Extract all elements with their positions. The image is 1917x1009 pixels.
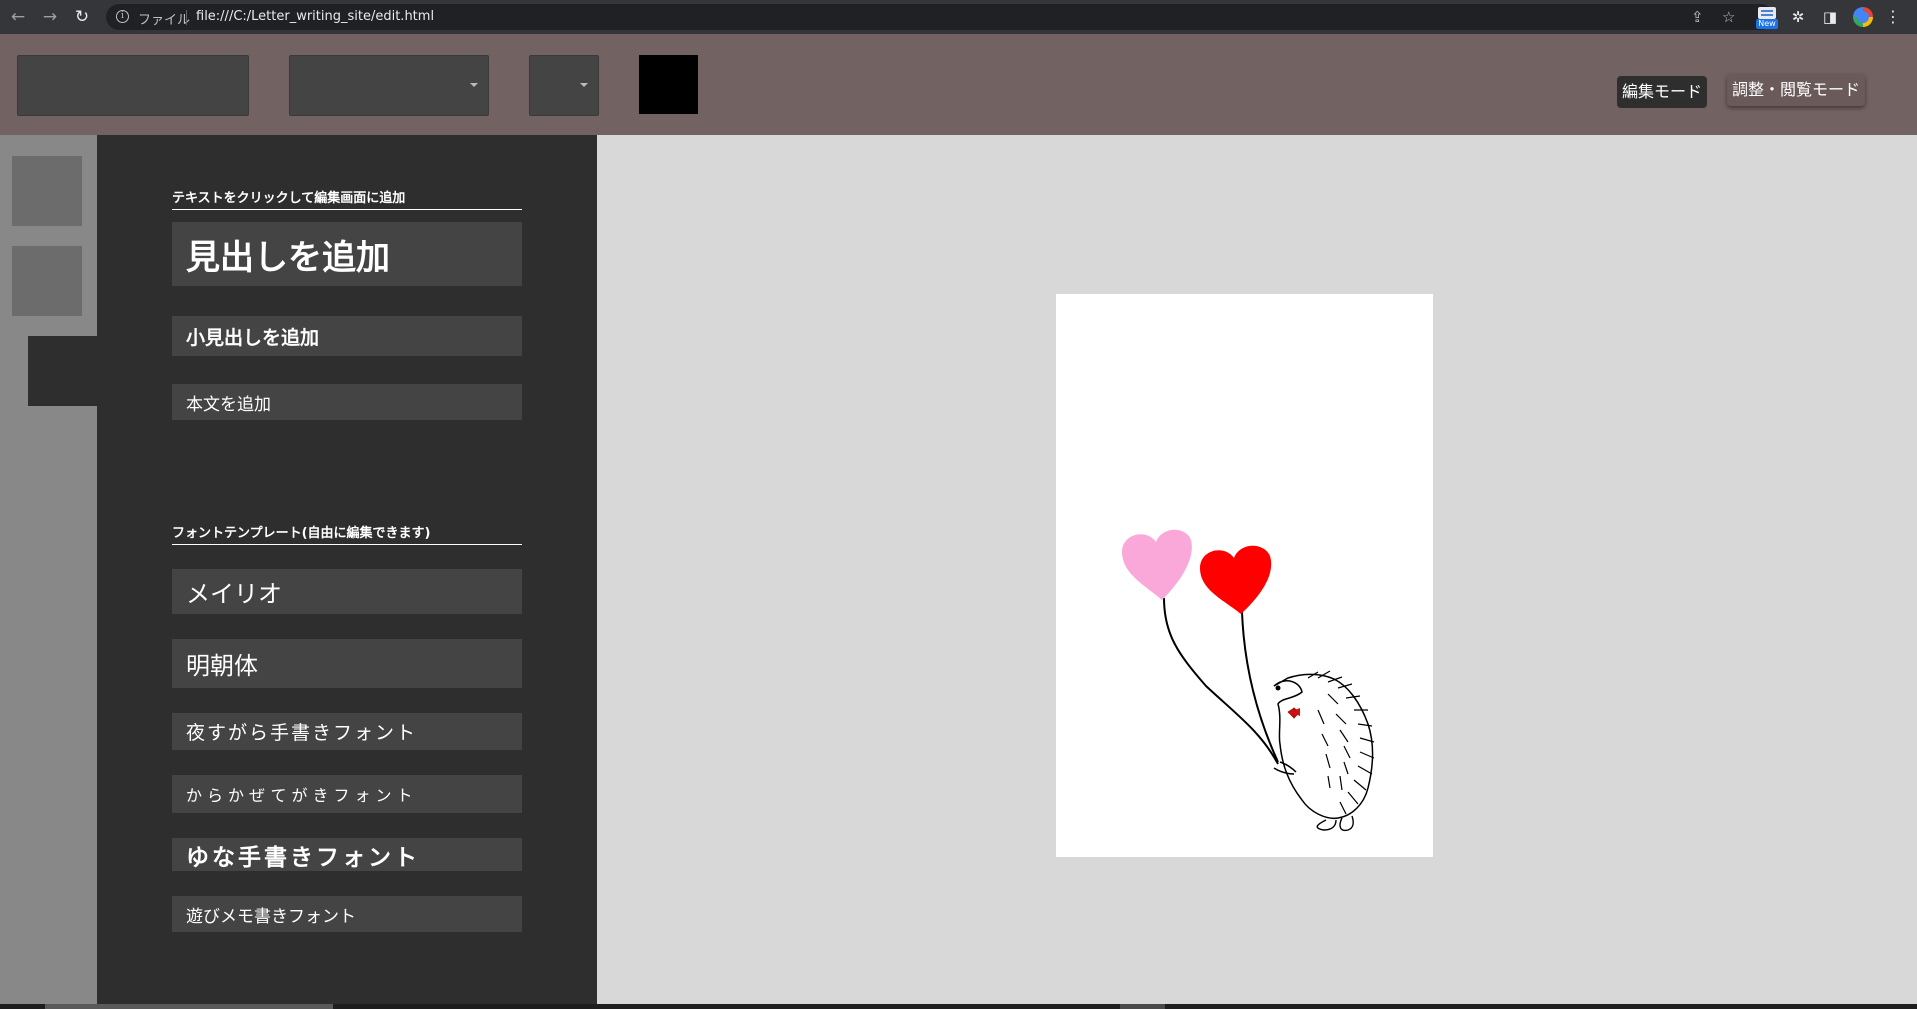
tool-rail [0,135,97,1009]
font-template-yuna[interactable]: ゆな手書きフォント [172,838,522,871]
scrollbar-thumb-2[interactable] [1120,1004,1165,1009]
horizontal-scrollbar[interactable] [0,1004,1917,1009]
font-template-asobi-memo[interactable]: 遊びメモ書きフォント [172,896,522,932]
editing-canvas [597,135,1917,1004]
scrollbar-thumb[interactable] [45,1004,333,1009]
browser-toolbar: ← → ↻ i ファイル file:///C:/Letter_writing_s… [0,0,1917,34]
balloon-string-pink [1163,597,1279,765]
font-section-title: フォントテンプレート(自由に編集できます) [172,522,522,545]
hedgehog-foot-2 [1339,815,1354,832]
profile-avatar-icon[interactable] [1853,7,1873,27]
hedgehog-eye [1275,685,1281,691]
new-badge: New [1756,19,1778,29]
text-section-title: テキストをクリックして編集画面に追加 [172,187,522,210]
share-icon[interactable]: ⇪ [1691,9,1704,25]
kebab-menu-icon[interactable]: ⋮ [1885,7,1901,27]
font-size-select[interactable] [289,55,489,116]
font-template-karakaze[interactable]: からかぜてがきフォント [172,775,522,813]
new-extension-icon[interactable]: New [1756,7,1778,29]
hedgehog-foot [1316,819,1337,831]
address-bar[interactable]: i ファイル file:///C:/Letter_writing_site/ed… [106,4,1774,30]
text-panel: テキストをクリックして編集画面に追加 見出しを追加 小見出しを追加 本文を追加 … [97,135,597,1009]
rail-tool-2[interactable] [12,246,82,316]
text-color-swatch[interactable] [639,55,698,114]
balloon-string-red [1241,611,1279,763]
star-icon[interactable]: ☆ [1722,9,1735,25]
font-template-meiryo[interactable]: メイリオ [172,569,522,614]
info-icon[interactable]: i [116,10,129,23]
editor-toolbar: 編集モード 調整・閲覧モード [0,34,1917,135]
text-align-select[interactable] [529,55,599,116]
rail-tool-1[interactable] [12,156,82,226]
add-heading-button[interactable]: 見出しを追加 [172,222,522,286]
arrow-right-icon[interactable]: → [40,7,60,27]
chevron-down-icon [580,83,588,87]
side-panel-icon[interactable]: ◨ [1820,7,1840,27]
add-subheading-button[interactable]: 小見出しを追加 [172,316,522,356]
hedgehog-balloon-illustration [1122,529,1375,832]
font-template-mincho[interactable]: 明朝体 [172,639,522,688]
address-separator [186,10,187,25]
view-mode-button[interactable]: 調整・閲覧モード [1727,74,1866,106]
pink-heart-balloon [1122,529,1192,600]
arrow-left-icon[interactable]: ← [8,7,28,27]
red-heart-balloon [1200,545,1272,614]
font-family-select[interactable] [17,55,249,116]
rail-tab-text-active[interactable] [28,336,97,406]
scheme-label: ファイル [138,13,191,28]
chevron-down-icon [470,83,478,87]
font-template-yosugara[interactable]: 夜すがら手書きフォント [172,713,522,750]
letter-paper[interactable] [1056,294,1433,857]
reload-icon[interactable]: ↻ [72,7,92,27]
edit-mode-button[interactable]: 編集モード [1617,76,1708,108]
add-body-button[interactable]: 本文を追加 [172,384,522,420]
url-text[interactable]: file:///C:/Letter_writing_site/edit.html [196,9,434,24]
puzzle-icon[interactable]: ✲ [1788,7,1808,27]
